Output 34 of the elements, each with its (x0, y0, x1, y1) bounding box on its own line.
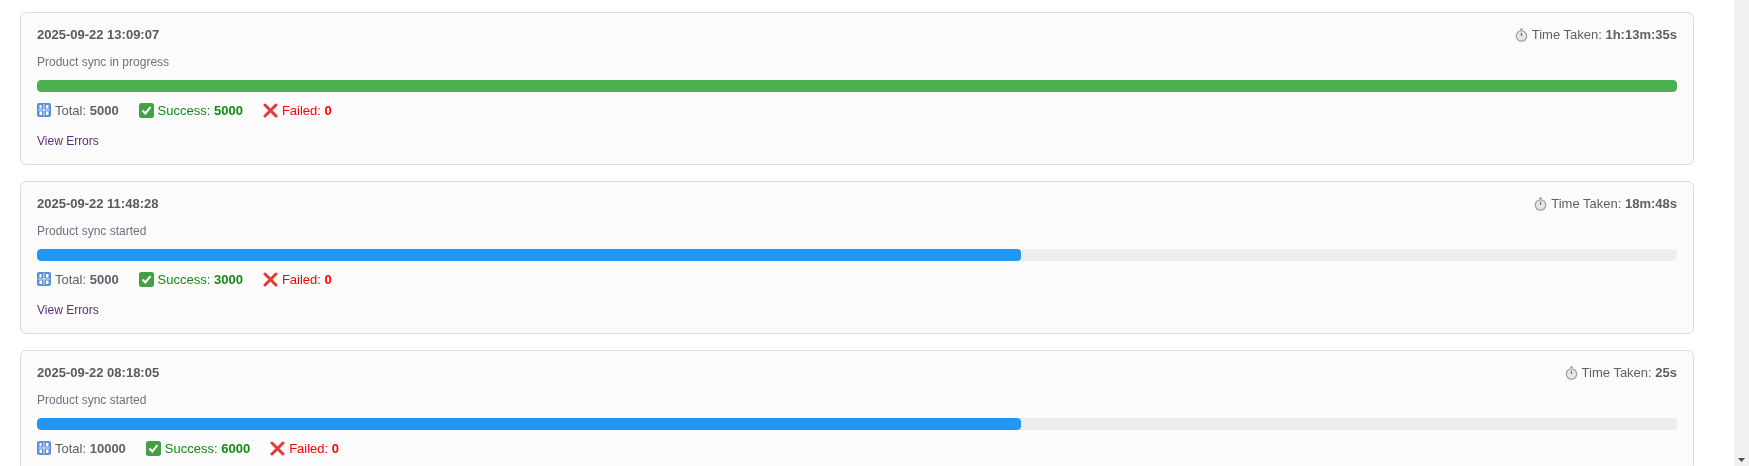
timestamp: 2025-09-22 11:48:28 (37, 195, 159, 213)
check-icon (145, 440, 161, 456)
timestamp: 2025-09-22 13:09:07 (37, 26, 160, 44)
stopwatch-icon (1534, 196, 1548, 211)
success-count: Success: 6000 (164, 439, 251, 458)
numbers-icon (37, 272, 51, 287)
failed-count: Failed: 0 (281, 101, 332, 120)
numbers-icon (37, 103, 51, 118)
total-count: Total: 10000 (55, 439, 126, 458)
numbers-icon (37, 441, 51, 456)
scroll-down-arrow-icon[interactable] (1738, 458, 1745, 462)
failed-count: Failed: 0 (289, 439, 339, 458)
view-errors-link[interactable]: View Errors (37, 134, 99, 148)
stopwatch-icon (1564, 365, 1578, 380)
cross-icon (270, 440, 286, 456)
check-icon (138, 102, 154, 118)
stopwatch-icon (1514, 27, 1528, 42)
success-count: Success: 5000 (157, 101, 243, 120)
time-taken: Time Taken: 18m:48s (1551, 195, 1677, 213)
failed-count: Failed: 0 (281, 270, 332, 289)
sync-description: Product sync started (37, 391, 148, 409)
success-count: Success: 3000 (157, 270, 243, 289)
view-errors-link[interactable]: View Errors (37, 303, 99, 317)
sync-description: Product sync in progress (37, 53, 171, 71)
sync-description: Product sync started (37, 222, 148, 240)
timestamp: 2025-09-22 08:18:05 (37, 364, 160, 382)
time-taken: Time Taken: 1h:13m:35s (1531, 26, 1677, 44)
scrollbar[interactable] (1734, 0, 1749, 466)
total-count: Total: 5000 (55, 101, 119, 120)
time-taken: Time Taken: 25s (1581, 364, 1677, 382)
cross-icon (262, 102, 278, 118)
cross-icon (262, 271, 278, 287)
check-icon (138, 271, 154, 287)
total-count: Total: 5000 (55, 270, 119, 289)
